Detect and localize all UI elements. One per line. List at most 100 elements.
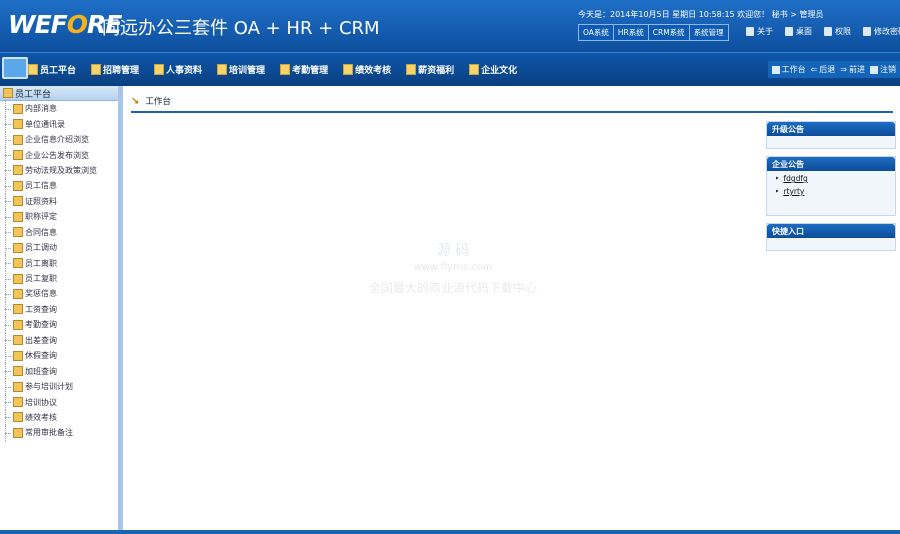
sidebar-item-company-info[interactable]: 企业信息介绍浏览 (0, 131, 118, 148)
recruit-icon (91, 64, 102, 75)
workbench-button[interactable]: 工作台 (771, 64, 806, 75)
watermark: 源 码 www.ffyms.com 全国最大的商业源代码下载中心 (368, 243, 537, 295)
sidebar-item-training-agreement[interactable]: 培训协议 (0, 394, 118, 411)
arrow-right-icon: ⇒ (840, 65, 847, 74)
company-notice-item[interactable]: ‣ fdgdfg (767, 171, 895, 184)
employee-icon (13, 180, 23, 191)
people-icon (154, 64, 165, 75)
document-icon (13, 211, 23, 222)
sidebar-item-address-book[interactable]: 单位通讯录 (0, 116, 118, 133)
welcome-info: 今天是：2014年10月5日 星期日 10:58:15 欢迎您！ 秘书 > 管理… (578, 10, 824, 19)
sidebar-item-attendance-query[interactable]: 考勤查询 (0, 317, 118, 334)
chart-icon (343, 64, 354, 75)
sidebar-item-employee-info[interactable]: 员工信息 (0, 178, 118, 195)
quick-entry-panel: 快捷入口 (766, 223, 896, 251)
sidebar-item-resignation[interactable]: 员工离职 (0, 255, 118, 272)
sidebar-item-salary-query[interactable]: 工资查询 (0, 301, 118, 318)
system-tab-crm[interactable]: CRM系统 (648, 25, 690, 40)
agreement-icon (13, 397, 23, 408)
resign-icon (13, 258, 23, 269)
top-links: 关于 桌面 权限 修改密码 (746, 26, 900, 37)
sidebar-item-contracts[interactable]: 合同信息 (0, 224, 118, 241)
sidebar-item-training-plan[interactable]: 参与培训计划 (0, 378, 118, 395)
computer-icon (2, 57, 28, 79)
certificate-icon (13, 196, 23, 207)
system-tabs: OA系统 HR系统 CRM系统 系统管理 (578, 24, 729, 41)
about-link[interactable]: 关于 (746, 26, 773, 37)
attendance-icon (13, 319, 23, 330)
nav-personnel[interactable]: 人事资料 (154, 63, 202, 76)
lock-icon (824, 27, 832, 36)
flag-icon (469, 64, 480, 75)
logout-button[interactable]: 注销 (870, 64, 896, 75)
back-button[interactable]: ⇐ 后退 (811, 64, 836, 75)
nav-salary[interactable]: 薪资福利 (406, 63, 454, 76)
document-icon (746, 27, 754, 36)
sidebar-item-leave-query[interactable]: 休假查询 (0, 348, 118, 364)
message-icon (13, 103, 23, 114)
arrow-icon: ↘ (131, 95, 140, 107)
money-icon (406, 64, 417, 75)
salary-icon (13, 304, 23, 315)
nav-culture[interactable]: 企业文化 (469, 63, 517, 76)
monitor-icon (785, 27, 793, 36)
upgrade-notice-panel: 升级公告 (766, 121, 896, 149)
forward-button[interactable]: ⇒ 前进 (840, 64, 865, 75)
sidebar-item-business-trip[interactable]: 出差查询 (0, 332, 118, 349)
book-icon (217, 64, 228, 75)
overtime-icon (13, 366, 23, 377)
app-title: 同远办公三套件 OA + HR + CRM (102, 18, 380, 39)
user-icon (28, 64, 38, 75)
footer-bar (0, 530, 900, 534)
trip-icon (13, 335, 23, 346)
quick-entry-title: 快捷入口 (767, 224, 895, 238)
sidebar-item-performance[interactable]: 绩效考核 (0, 409, 118, 426)
upgrade-notice-title: 升级公告 (767, 122, 895, 136)
nav-actions: 工作台 ⇐ 后退 ⇒ 前进 注销 (767, 61, 900, 78)
leave-icon (13, 350, 23, 361)
system-tab-admin[interactable]: 系统管理 (689, 25, 728, 40)
main-nav: 员工平台 招聘管理 人事资料 培训管理 考勤管理 绩效考核 薪资福利 企业文化 … (0, 52, 900, 87)
sidebar-item-transfer[interactable]: 员工调动 (0, 239, 118, 256)
main-content: ↘ 工作台 源 码 www.ffyms.com 全国最大的商业源代码下载中心 升… (123, 86, 900, 530)
performance-icon (13, 412, 23, 423)
sidebar-item-certificates[interactable]: 证照资料 (0, 193, 118, 210)
logout-icon (870, 65, 878, 74)
arrow-left-icon: ⇐ (810, 65, 818, 74)
nav-employee-platform[interactable]: 员工平台 (28, 63, 76, 76)
key-icon (863, 27, 871, 36)
sidebar-item-title-evaluation[interactable]: 职称评定 (0, 209, 118, 225)
address-book-icon (13, 119, 23, 130)
permission-link[interactable]: 权限 (824, 26, 851, 37)
system-tab-hr[interactable]: HR系统 (613, 25, 649, 40)
sidebar-item-labor-law[interactable]: 劳动法规及政策浏览 (0, 162, 118, 179)
edit-icon (13, 134, 23, 145)
company-notice-title: 企业公告 (767, 157, 895, 171)
sidebar-item-company-notices[interactable]: 企业公告发布浏览 (0, 147, 118, 164)
change-password-link[interactable]: 修改密码 (863, 26, 900, 37)
company-notice-item[interactable]: ‣ rtyrty (767, 184, 895, 197)
nav-attendance[interactable]: 考勤管理 (280, 63, 328, 76)
nav-training[interactable]: 培训管理 (217, 63, 265, 76)
sidebar-root[interactable]: 员工平台 (0, 86, 118, 101)
contract-icon (13, 227, 23, 238)
nav-recruitment[interactable]: 招聘管理 (91, 63, 139, 76)
clock-icon (280, 64, 291, 75)
notice-icon (13, 150, 23, 161)
reinstate-icon (13, 273, 23, 284)
sidebar-item-approval-notes[interactable]: 常用审批备注 (0, 425, 118, 442)
sidebar: 员工平台 内部消息 单位通讯录 企业信息介绍浏览 企业公告发布浏览 劳动法规及政… (0, 86, 120, 534)
user-group-icon (3, 88, 13, 98)
sidebar-item-rewards[interactable]: 奖惩信息 (0, 286, 118, 303)
sidebar-item-overtime-query[interactable]: 加班查询 (0, 363, 118, 380)
workbench-icon (771, 65, 780, 74)
sidebar-item-reinstatement[interactable]: 员工复职 (0, 270, 118, 287)
desktop-link[interactable]: 桌面 (785, 26, 812, 37)
training-icon (13, 381, 23, 392)
system-tab-oa[interactable]: OA系统 (579, 25, 614, 40)
transfer-icon (13, 242, 23, 253)
sidebar-item-messages[interactable]: 内部消息 (0, 101, 118, 117)
nav-performance[interactable]: 绩效考核 (343, 63, 391, 76)
nav-items: 员工平台 招聘管理 人事资料 培训管理 考勤管理 绩效考核 薪资福利 企业文化 (28, 63, 532, 76)
header: WEFORE 同远办公三套件 OA + HR + CRM 今天是：2014年10… (0, 0, 900, 52)
